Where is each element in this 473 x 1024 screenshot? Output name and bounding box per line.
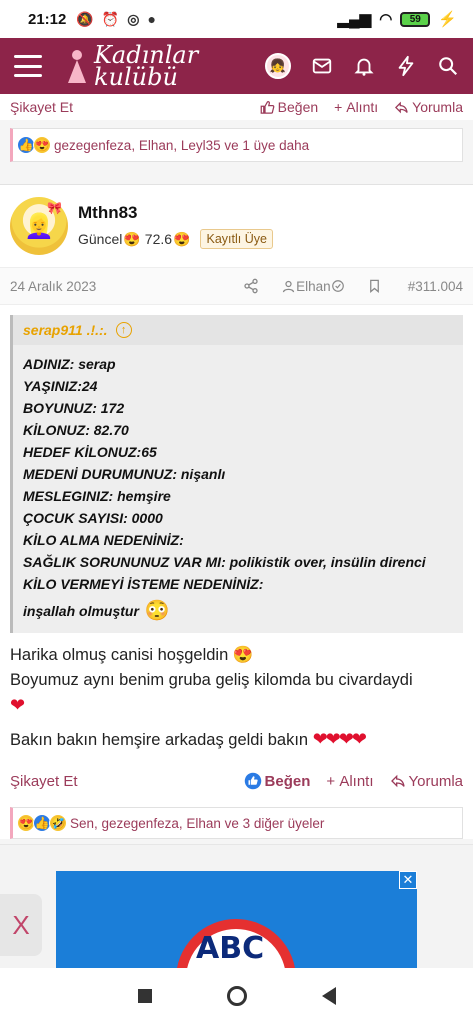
quote-block: serap911 .!.:. ↑ ADINIZ: serap YAŞINIZ:2… <box>10 315 463 633</box>
quote-line: MESLEGINIZ: hemşire <box>23 488 171 504</box>
heart-icon: ❤ <box>10 695 25 715</box>
logo-line2: kulübü <box>94 63 178 91</box>
quote-line: ÇOCUK SAYISI: 0000 <box>23 510 163 526</box>
reply-button[interactable]: Yorumla <box>390 773 463 790</box>
share-icon[interactable] <box>243 278 259 294</box>
quote-line: BOYUNUZ: 172 <box>23 400 125 416</box>
bell-icon[interactable] <box>353 55 375 77</box>
laugh-reaction-icon: 🤣 <box>49 814 67 832</box>
back-icon[interactable] <box>321 987 336 1005</box>
ad-area: ABC ✕ <box>0 844 473 968</box>
mute-icon: 🔕 <box>76 10 94 27</box>
reply-icon <box>395 101 408 113</box>
post-date[interactable]: 24 Aralık 2023 <box>10 279 96 294</box>
post-meta: 24 Aralık 2023 Elhan #311.004 <box>0 267 473 305</box>
like-button[interactable]: Beğen <box>260 99 318 115</box>
quote-line: SAĞLIK SORUNUNUZ VAR MI: polikistik over… <box>23 554 426 570</box>
username[interactable]: Mthn83 <box>78 203 273 223</box>
lightning-icon[interactable] <box>395 55 417 77</box>
quote-line: KİLONUZ: 82.70 <box>23 422 129 438</box>
quote-line: YAŞINIZ:24 <box>23 378 98 394</box>
message-line: Boyumuz aynı benim gruba geliş kilomda b… <box>10 671 413 689</box>
charging-icon: ⚡ <box>438 11 457 28</box>
site-logo[interactable]: Kadınlar kulübü <box>64 43 198 91</box>
status-time: 21:12 <box>28 10 67 28</box>
user-icon <box>283 280 295 292</box>
quote-line: HEDEF KİLONUZ:65 <box>23 444 157 460</box>
menu-icon[interactable] <box>14 55 42 77</box>
post-number[interactable]: #311.004 <box>408 279 463 294</box>
post-actions: Şikayet Et Beğen + Alıntı Yorumla <box>0 767 473 795</box>
post-user-header: 👱‍♀️ 🎀 Mthn83 Güncel 😍 72.6 😍 Kayıtlı Üye <box>0 185 473 267</box>
post-message: Harika olmuş canisi hoşgeldin 😍 Boyumuz … <box>0 633 473 753</box>
check-circle-icon <box>331 280 344 292</box>
user-badge: Kayıtlı Üye <box>200 229 273 249</box>
quote-button[interactable]: + Alıntı <box>334 99 378 115</box>
reactions-text[interactable]: gezegenfeza, Elhan, Leyl35 ve 1 üye daha <box>54 138 309 153</box>
mail-icon[interactable] <box>311 55 333 77</box>
quote-line: MEDENİ DURUMUNUZ: nişanlı <box>23 466 226 482</box>
content-area: Şikayet Et Beğen + Alıntı Yorumla 👍 😍 ge… <box>0 94 473 968</box>
app-icon: ● <box>147 11 156 27</box>
ad-banner[interactable]: ABC ✕ <box>56 871 417 968</box>
heart-eyes-icon: 😍 <box>232 646 254 664</box>
logo-icon <box>68 50 86 83</box>
user-avatar[interactable]: 👱‍♀️ 🎀 <box>10 197 68 255</box>
quote-line: ADINIZ: serap <box>23 356 116 372</box>
prev-post-actions: Şikayet Et Beğen + Alıntı Yorumla <box>0 94 473 120</box>
search-icon[interactable] <box>437 55 459 77</box>
reactions-bar[interactable]: 😍 👍 🤣 Sen, gezegenfeza, Elhan ve 3 diğer… <box>10 807 463 839</box>
mention-link[interactable]: Elhan <box>281 279 345 294</box>
profile-avatar[interactable]: 👧 <box>265 53 291 79</box>
bookmark-icon[interactable] <box>367 278 382 294</box>
hearts-icon: ❤❤❤❤ <box>312 729 367 749</box>
status-value: 72.6 <box>144 231 173 247</box>
quote-line: KİLO ALMA NEDENİNİZ: <box>23 532 184 548</box>
heart-eyes-icon: 😍 <box>123 230 141 247</box>
prev-reactions-bar[interactable]: 👍 😍 gezegenfeza, Elhan, Leyl35 ve 1 üye … <box>10 128 463 162</box>
quote-line: inşallah olmuştur <box>23 603 139 619</box>
quote-line: KİLO VERMEYİ İSTEME NEDENİNİZ: <box>23 576 264 592</box>
system-nav-bar <box>0 968 473 1024</box>
thumbs-up-icon <box>260 100 275 114</box>
thumbs-up-icon <box>244 772 261 790</box>
ad-close-icon[interactable]: ✕ <box>399 871 417 889</box>
quote-author[interactable]: serap911 .!.:. <box>23 322 108 338</box>
jump-up-icon[interactable]: ↑ <box>115 322 132 338</box>
report-link[interactable]: Şikayet Et <box>10 773 78 790</box>
app-header: Kadınlar kulübü 👧 <box>0 38 473 94</box>
wifi-icon: ◠ <box>379 11 393 28</box>
status-bar: 21:12 🔕 ⏰ ◎ ● ▂▄▆ ◠ 59 ⚡ <box>0 0 473 38</box>
love-reaction-icon: 😍 <box>33 136 51 154</box>
quote-button[interactable]: + Alıntı <box>326 773 373 790</box>
blushing-face-icon: 😳 <box>144 600 170 622</box>
heart-eyes-icon: 😍 <box>173 230 191 247</box>
ad-logo-text: ABC <box>196 931 265 966</box>
signal-icon: ▂▄▆ <box>337 11 372 28</box>
instagram-icon: ◎ <box>127 10 140 27</box>
status-prefix: Güncel <box>78 231 123 247</box>
message-line: Bakın bakın hemşire arkadaş geldi bakın <box>10 731 309 749</box>
alarm-icon: ⏰ <box>101 10 120 27</box>
post: 👱‍♀️ 🎀 Mthn83 Güncel 😍 72.6 😍 Kayıtlı Üye… <box>0 184 473 839</box>
home-icon[interactable] <box>226 986 247 1006</box>
report-link[interactable]: Şikayet Et <box>10 99 73 115</box>
reply-button[interactable]: Yorumla <box>394 99 463 115</box>
reactions-text[interactable]: Sen, gezegenfeza, Elhan ve 3 diğer üyele… <box>70 816 324 831</box>
recents-icon[interactable] <box>137 989 152 1003</box>
message-line: Harika olmuş canisi hoşgeldin <box>10 646 229 664</box>
reply-icon <box>390 774 405 788</box>
like-button[interactable]: Beğen <box>244 772 310 790</box>
side-close-button[interactable]: X <box>0 894 42 956</box>
battery-icon: 59 <box>400 11 431 27</box>
